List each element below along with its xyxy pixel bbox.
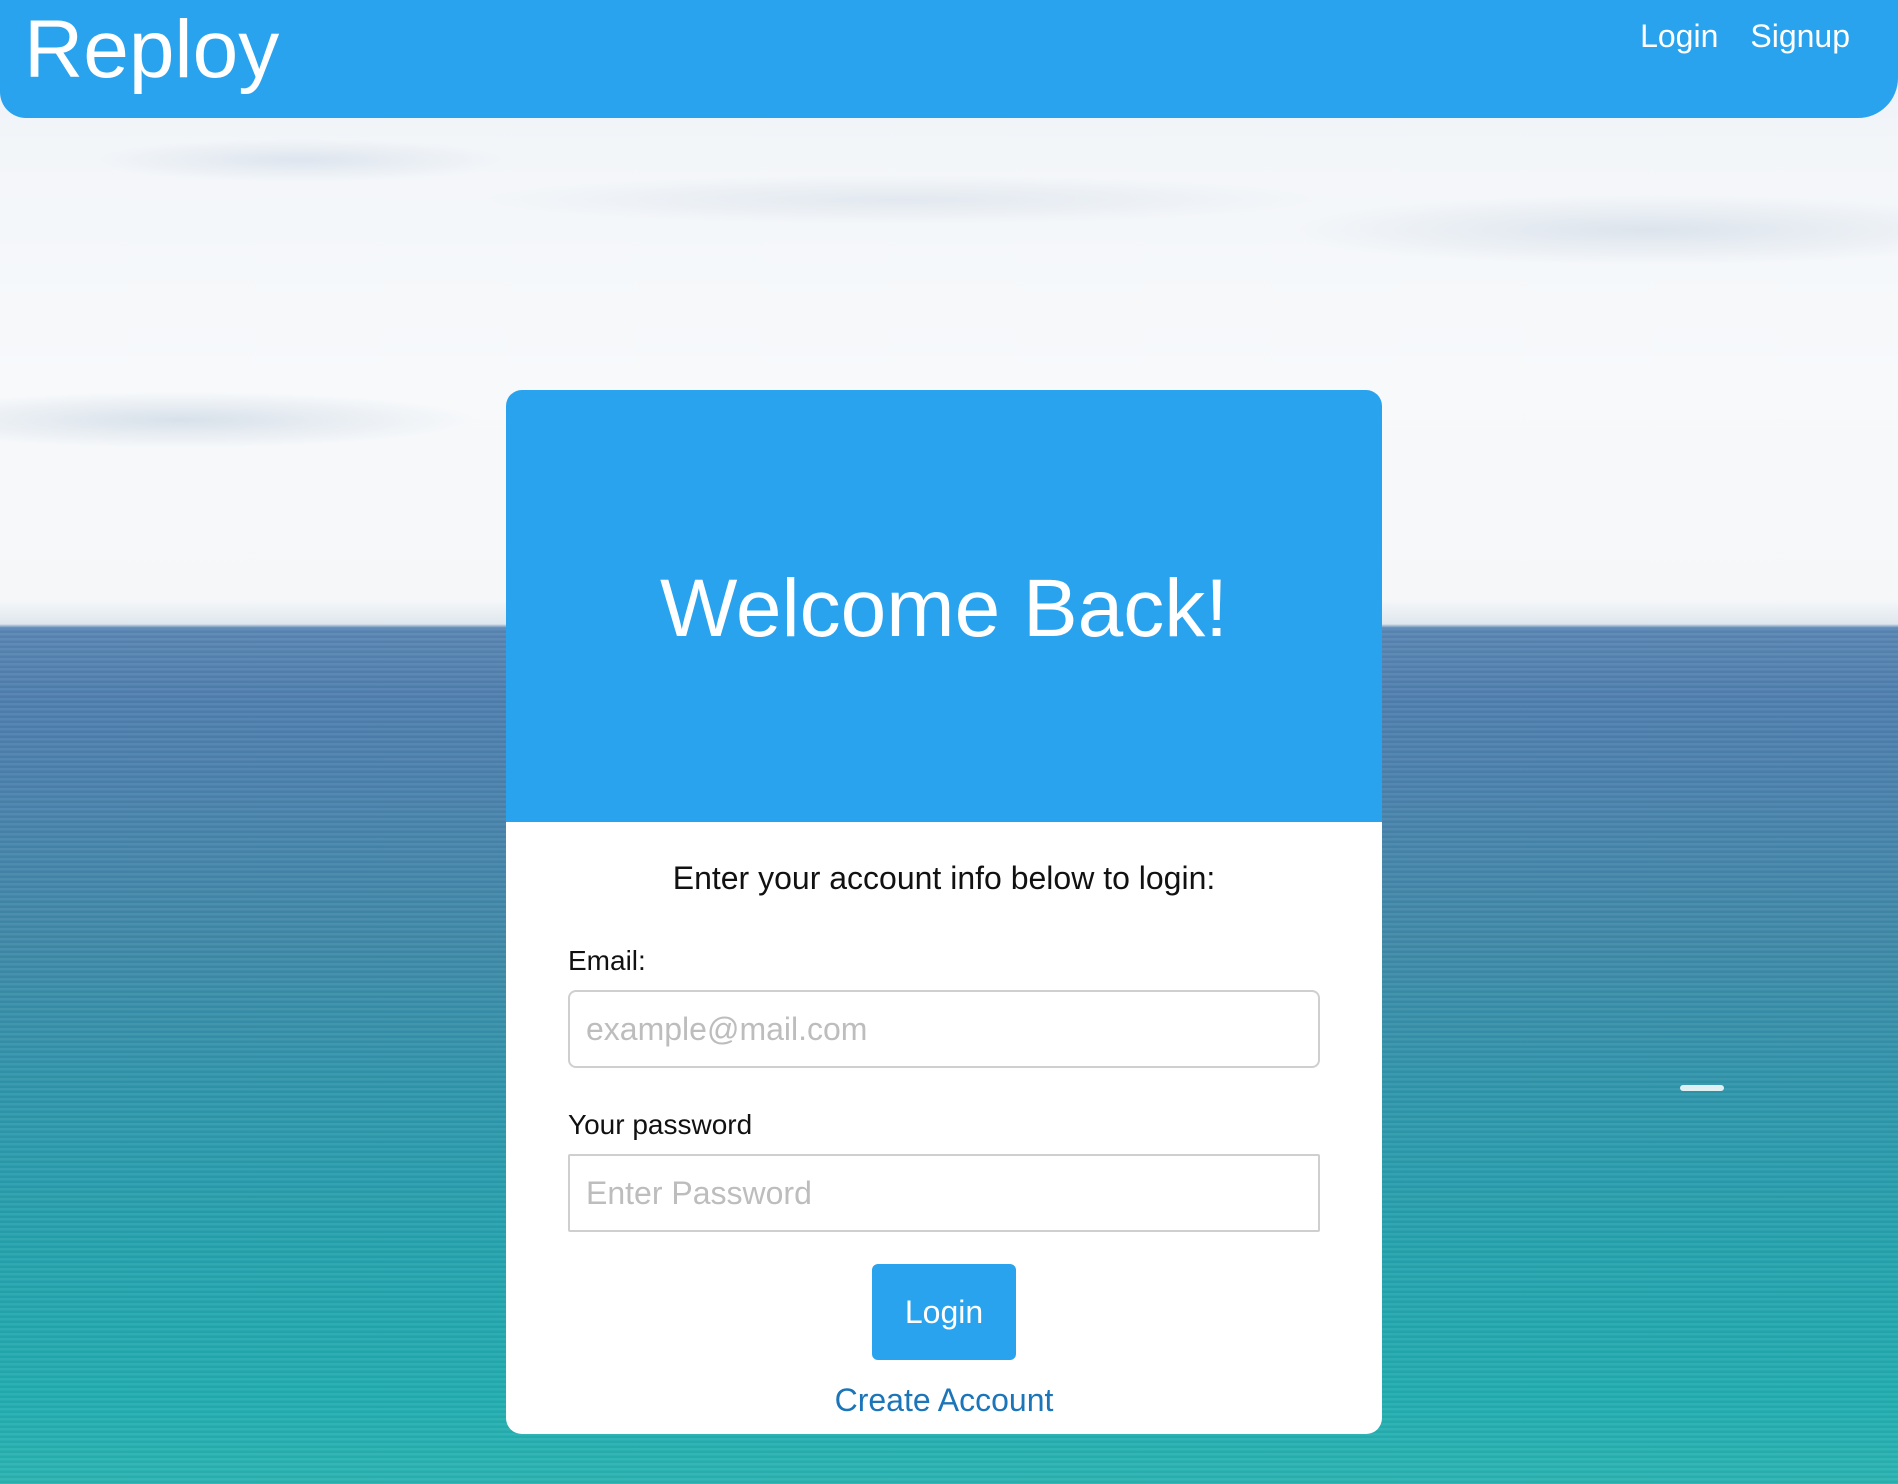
- nav-login-link[interactable]: Login: [1640, 16, 1718, 56]
- page: Reploy Login Signup Welcome Back! Enter …: [0, 0, 1898, 1484]
- login-button[interactable]: Login: [872, 1264, 1016, 1360]
- nav-signup-link[interactable]: Signup: [1750, 16, 1850, 56]
- password-field[interactable]: [568, 1154, 1320, 1232]
- create-account-link[interactable]: Create Account: [568, 1380, 1320, 1420]
- card-header: Welcome Back!: [506, 390, 1382, 822]
- boat-wake: [1680, 1085, 1724, 1091]
- card-title: Welcome Back!: [659, 563, 1229, 654]
- form-instructions: Enter your account info below to login:: [672, 860, 1216, 896]
- login-form: Enter your account info below to login: …: [506, 858, 1382, 1420]
- password-label: Your password: [568, 1109, 753, 1140]
- login-card: Welcome Back! Enter your account info be…: [506, 390, 1382, 1434]
- email-field[interactable]: [568, 990, 1320, 1068]
- email-label: Email:: [568, 945, 646, 976]
- nav-links: Login Signup: [1640, 16, 1850, 56]
- navbar: Reploy Login Signup: [0, 0, 1898, 118]
- brand-logo[interactable]: Reploy: [24, 2, 279, 98]
- form-actions: Login: [568, 1264, 1320, 1360]
